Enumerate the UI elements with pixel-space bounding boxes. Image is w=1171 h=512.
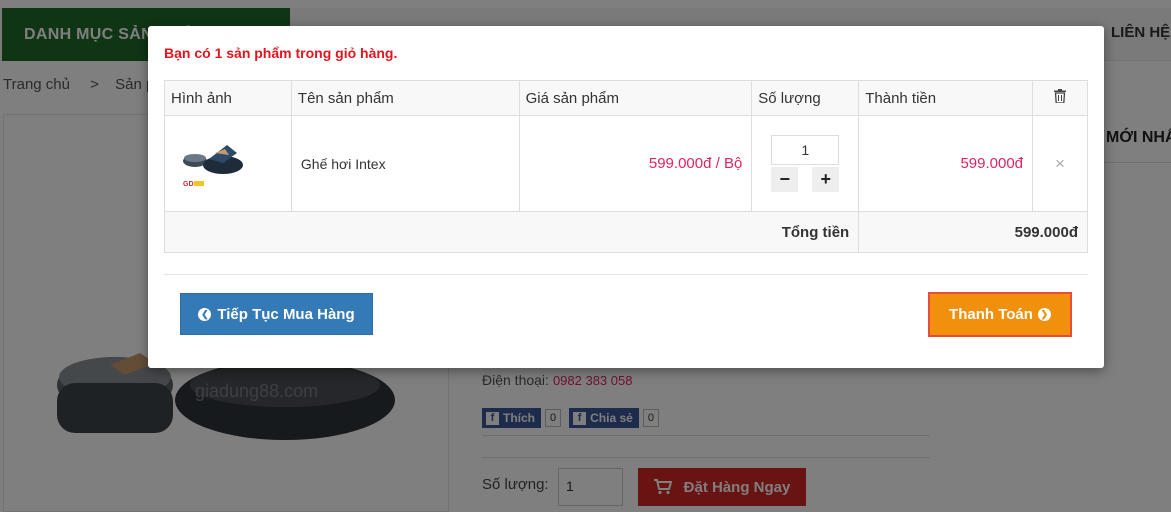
quantity-stepper: 1 − + — [771, 135, 840, 192]
cart-item-quantity-input[interactable]: 1 — [771, 135, 840, 165]
cart-total-label: Tổng tiền — [163, 211, 860, 253]
cart-item-row: GD Ghế hơi Intex 599.000đ / Bộ 1 − + 599… — [164, 115, 1088, 212]
trash-icon — [1054, 89, 1067, 104]
decrease-quantity-button[interactable]: − — [771, 167, 799, 192]
cart-modal-title: Bạn có 1 sản phẩm trong giỏ hàng. — [164, 45, 398, 61]
col-quantity: Số lượng — [751, 80, 860, 116]
checkout-label: Thanh Toán — [949, 306, 1033, 323]
col-price: Giá sản phẩm — [518, 80, 753, 116]
cart-modal: Bạn có 1 sản phẩm trong giỏ hàng. Hình ả… — [148, 26, 1104, 368]
cart-total-value: 599.000đ — [858, 211, 1088, 253]
cart-item-line-total: 599.000đ — [858, 115, 1034, 212]
cart-table-header: Hình ảnh Tên sản phẩm Giá sản phẩm Số lư… — [164, 80, 1088, 116]
continue-shopping-button[interactable]: ❮ Tiếp Tục Mua Hàng — [180, 293, 373, 335]
col-name: Tên sản phẩm — [290, 80, 520, 116]
checkout-button[interactable]: Thanh Toán ❯ — [928, 292, 1072, 337]
remove-item-icon[interactable]: × — [1032, 115, 1088, 212]
cart-item-image-cell: GD — [164, 115, 292, 212]
inflatable-chair-icon[interactable]: GD — [179, 130, 245, 193]
arrow-left-circle-icon: ❮ — [198, 307, 212, 321]
svg-text:GD: GD — [183, 181, 194, 188]
cart-table: Hình ảnh Tên sản phẩm Giá sản phẩm Số lư… — [163, 80, 1088, 253]
col-remove — [1032, 80, 1088, 116]
cart-total-row: Tổng tiền 599.000đ — [163, 211, 1088, 253]
modal-divider — [164, 274, 1088, 275]
cart-item-quantity-cell: 1 − + — [751, 115, 860, 212]
increase-quantity-button[interactable]: + — [812, 167, 840, 192]
col-image: Hình ảnh — [164, 80, 292, 116]
cart-item-name[interactable]: Ghế hơi Intex — [290, 115, 520, 212]
continue-shopping-label: Tiếp Tục Mua Hàng — [217, 305, 355, 323]
arrow-right-circle-icon: ❯ — [1037, 308, 1051, 321]
col-total: Thành tiền — [858, 80, 1034, 116]
cart-item-price: 599.000đ / Bộ — [518, 115, 753, 212]
